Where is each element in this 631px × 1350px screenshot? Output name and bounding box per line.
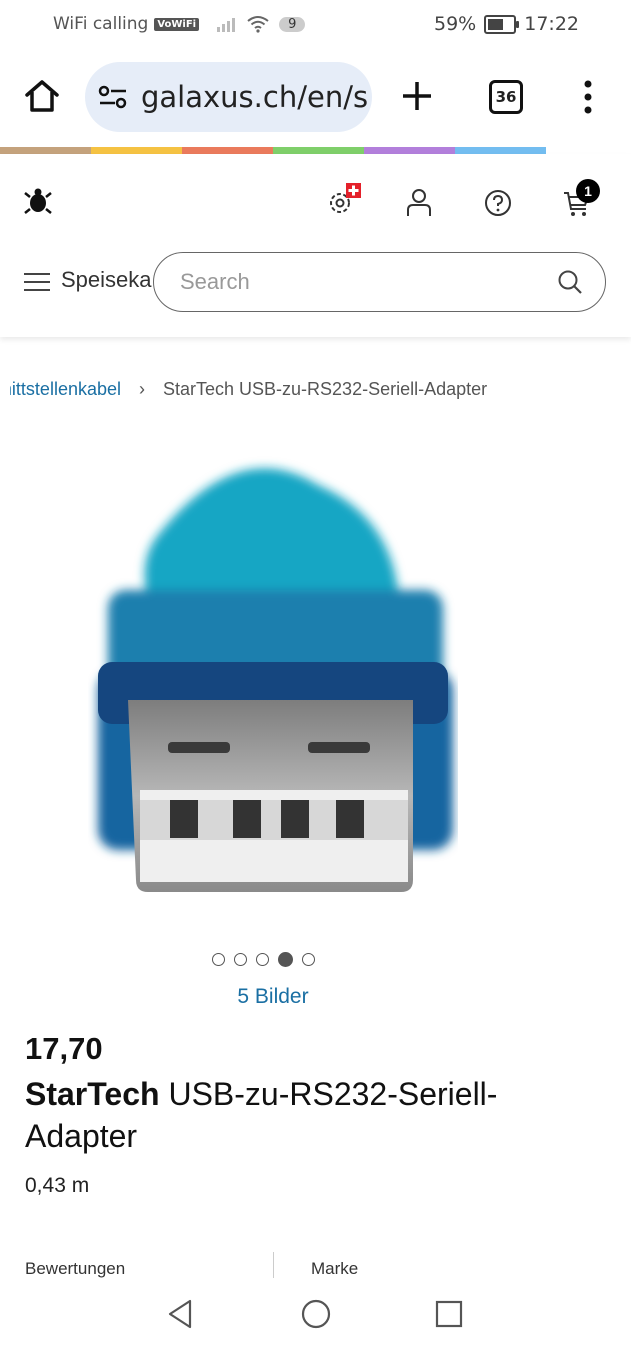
tab-brand[interactable]: Marke — [311, 1259, 358, 1279]
cart-count-badge: 1 — [576, 179, 600, 203]
stripe-segment — [455, 147, 546, 154]
search-box[interactable] — [153, 252, 606, 312]
galaxus-logo-icon[interactable] — [24, 186, 52, 216]
stripe-segment — [0, 147, 91, 154]
wifi-icon — [247, 16, 269, 33]
wifi-calling-label: WiFi calling — [53, 14, 149, 34]
signal-icon — [217, 16, 236, 32]
breadcrumb: Schnittstellenkabel › StarTech USB-zu-RS… — [10, 379, 487, 400]
product-brand[interactable]: StarTech — [25, 1076, 160, 1112]
new-tab-icon[interactable] — [401, 80, 433, 112]
chevron-right-icon: › — [139, 379, 145, 399]
pagination-dot[interactable] — [256, 953, 269, 966]
user-account-icon[interactable] — [405, 188, 433, 218]
tab-ratings[interactable]: Bewertungen — [25, 1259, 125, 1279]
pagination-dot[interactable] — [212, 953, 225, 966]
stripe-segment — [182, 147, 273, 154]
hamburger-menu-icon[interactable] — [24, 272, 50, 292]
back-icon[interactable] — [166, 1299, 194, 1329]
pagination-dot-active[interactable] — [278, 952, 293, 967]
home-icon[interactable] — [24, 78, 60, 114]
clock: 17:22 — [524, 13, 579, 35]
vowifi-icon: VoWiFi — [154, 17, 200, 31]
recents-icon[interactable] — [435, 1300, 463, 1328]
swiss-settings-icon[interactable] — [326, 182, 362, 218]
search-icon[interactable] — [557, 269, 583, 295]
status-bar: WiFi calling VoWiFi 9 59% 17:22 — [0, 0, 631, 48]
url-text: galaxus.ch/en/s — [141, 80, 369, 114]
pagination-dot[interactable] — [302, 953, 315, 966]
stripe-segment — [273, 147, 364, 154]
product-length: 0,43 m — [25, 1174, 90, 1197]
battery-icon — [484, 14, 520, 34]
breadcrumb-clip: Schnittstellenkabel — [10, 379, 121, 400]
image-count-link[interactable]: 5 Bilder — [0, 985, 546, 1009]
stripe-segment — [91, 147, 182, 154]
product-image[interactable] — [88, 440, 458, 900]
brand-color-stripe — [0, 147, 546, 154]
help-icon[interactable] — [484, 189, 512, 217]
breadcrumb-current: StarTech USB-zu-RS232-Seriell-Adapter — [163, 379, 488, 399]
home-nav-icon[interactable] — [300, 1298, 332, 1330]
site-settings-icon[interactable] — [98, 84, 128, 110]
breadcrumb-link[interactable]: Schnittstellenkabel — [10, 379, 121, 399]
menu-button-label[interactable]: Speisekarte — [61, 267, 153, 293]
tab-switcher-button[interactable]: 36 — [489, 80, 523, 114]
more-menu-icon[interactable] — [580, 80, 596, 114]
stripe-segment — [364, 147, 455, 154]
search-input[interactable] — [178, 266, 542, 298]
product-title: StarTech USB-zu-RS232-Seriell-Adapter — [25, 1073, 585, 1157]
image-count-label[interactable]: 5 Bilder — [237, 985, 308, 1008]
tab-divider — [273, 1252, 274, 1278]
notification-count-badge: 9 — [279, 16, 306, 32]
address-bar[interactable]: galaxus.ch/en/s — [85, 62, 372, 132]
product-price: 17,70 — [25, 1031, 103, 1066]
image-pagination — [212, 952, 315, 967]
battery-percent: 59% — [434, 13, 477, 35]
pagination-dot[interactable] — [234, 953, 247, 966]
